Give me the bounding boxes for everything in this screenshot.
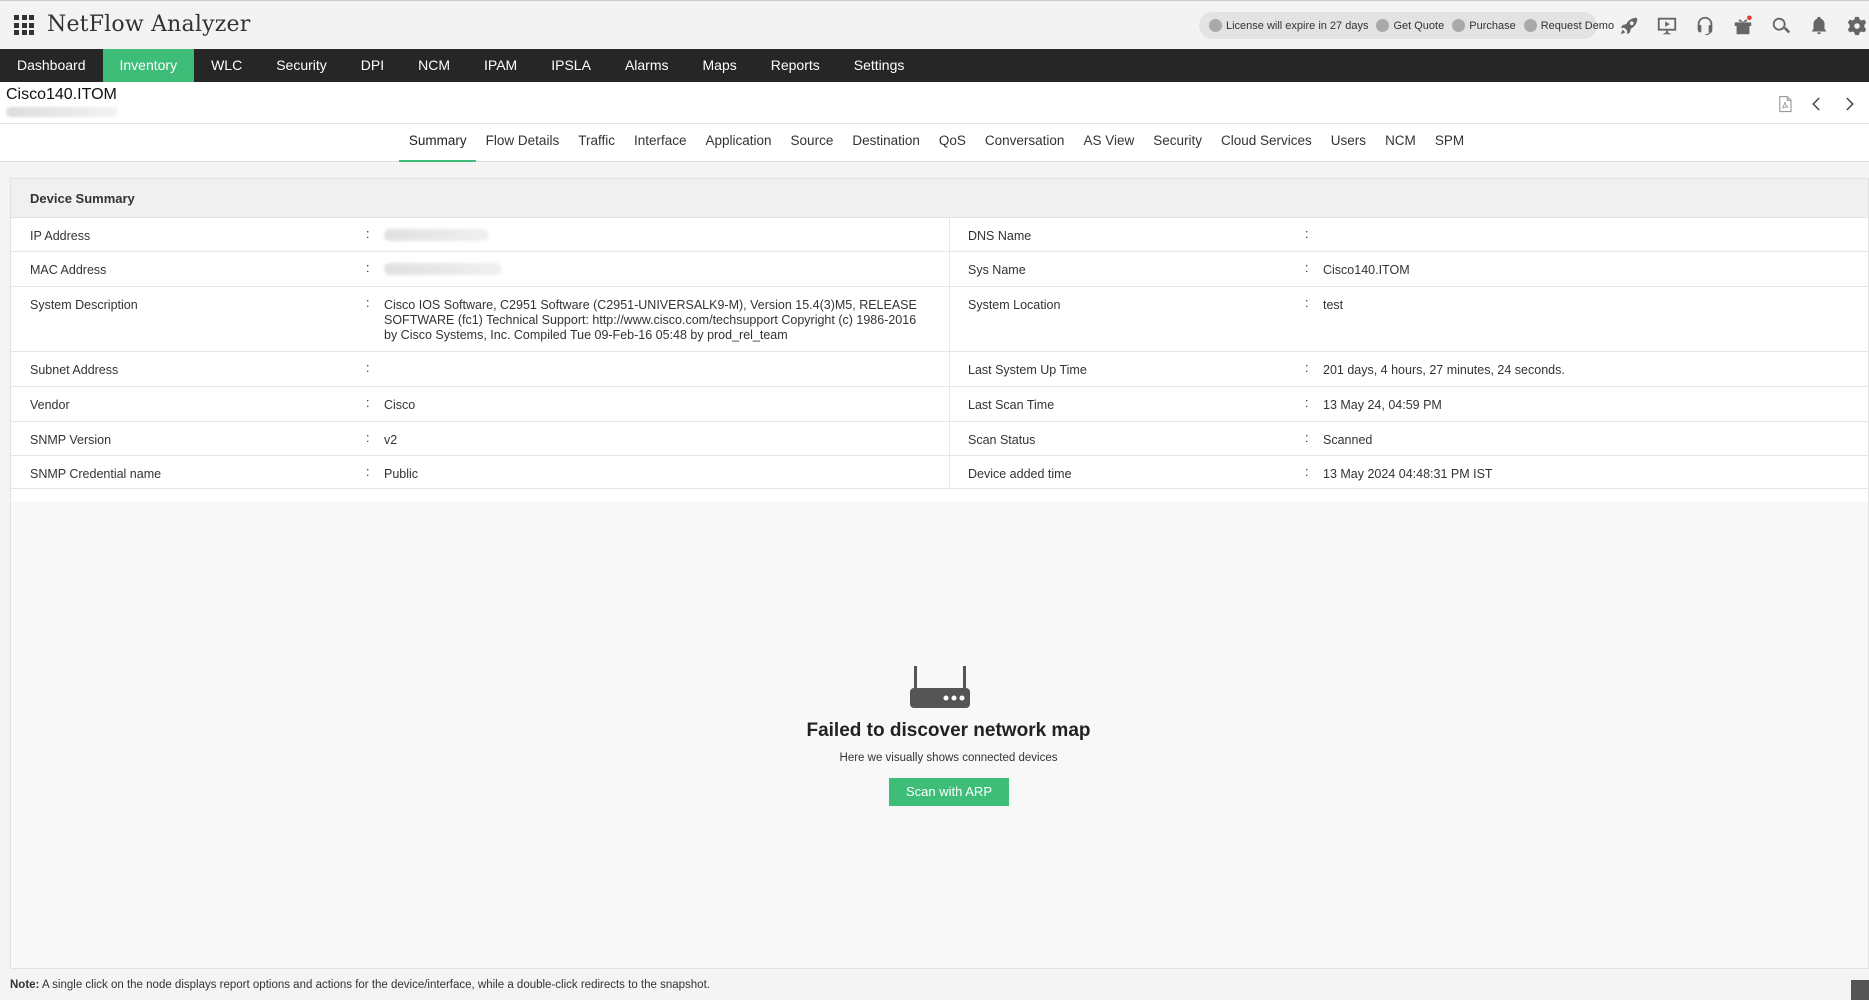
device-tabs: Summary Flow Details Traffic Interface A… (0, 124, 1869, 162)
panel-title: Device Summary (11, 179, 1868, 218)
nav-maps[interactable]: Maps (686, 49, 754, 82)
header-tools (1610, 11, 1869, 41)
device-summary-panel: Device Summary IP Address : DNS Name : M… (10, 178, 1869, 969)
app-title: NetFlow Analyzer (47, 12, 251, 37)
request-demo-link[interactable]: Request Demo (1523, 19, 1614, 32)
search-icon[interactable] (1762, 11, 1800, 41)
table-row: DNS Name : (950, 218, 1869, 252)
table-row: SNMP Credential name : Public (11, 456, 950, 489)
table-row: Device added time : 13 May 2024 04:48:31… (950, 456, 1869, 489)
tab-security[interactable]: Security (1144, 124, 1212, 162)
tab-application[interactable]: Application (696, 124, 781, 162)
nav-wlc[interactable]: WLC (194, 49, 259, 82)
table-row: Subnet Address : (11, 352, 950, 387)
tab-spm[interactable]: SPM (1425, 124, 1473, 162)
tab-conversation[interactable]: Conversation (975, 124, 1074, 162)
gift-icon[interactable] (1724, 11, 1762, 41)
corner-widget-button[interactable] (1851, 980, 1869, 1000)
table-row: Last System Up Time : 201 days, 4 hours,… (950, 352, 1869, 387)
nav-ipam[interactable]: IPAM (467, 49, 534, 82)
table-row: System Description : Cisco IOS Software,… (11, 287, 950, 352)
cart-icon (1452, 19, 1466, 32)
table-row: MAC Address : (11, 252, 950, 287)
nav-security[interactable]: Security (259, 49, 344, 82)
scan-with-arp-button[interactable]: Scan with ARP (889, 778, 1009, 806)
tab-as-view[interactable]: AS View (1074, 124, 1144, 162)
table-row: IP Address : (11, 218, 950, 252)
tab-interface[interactable]: Interface (624, 124, 696, 162)
top-header: NetFlow Analyzer License will expire in … (0, 0, 1869, 49)
table-row: Vendor : Cisco (11, 387, 950, 422)
router-icon (908, 664, 972, 717)
nav-dashboard[interactable]: Dashboard (0, 49, 103, 82)
tab-destination[interactable]: Destination (843, 124, 930, 162)
chevron-left-icon[interactable] (1805, 92, 1829, 116)
app-grid-icon[interactable] (14, 15, 34, 35)
device-name: Cisco140.ITOM (6, 86, 117, 103)
license-link[interactable]: License will expire in 27 days (1209, 19, 1368, 32)
license-icon (1209, 19, 1222, 32)
device-subtitle-redacted (6, 107, 118, 117)
ip-address-redacted (384, 229, 489, 241)
nav-dpi[interactable]: DPI (344, 49, 401, 82)
tab-flow-details[interactable]: Flow Details (476, 124, 569, 162)
promo-bar: License will expire in 27 days Get Quote… (1199, 12, 1614, 39)
mac-address-redacted (384, 263, 502, 275)
purchase-link[interactable]: Purchase (1452, 19, 1516, 32)
tab-source[interactable]: Source (781, 124, 843, 162)
rocket-icon[interactable] (1610, 11, 1648, 41)
table-row: Last Scan Time : 13 May 24, 04:59 PM (950, 387, 1869, 422)
nav-alarms[interactable]: Alarms (608, 49, 686, 82)
gear-icon[interactable] (1838, 11, 1869, 41)
nav-ncm[interactable]: NCM (401, 49, 467, 82)
presentation-icon[interactable] (1648, 11, 1686, 41)
nav-reports[interactable]: Reports (754, 49, 837, 82)
nav-inventory[interactable]: Inventory (102, 49, 195, 82)
table-row: Sys Name : Cisco140.ITOM (950, 252, 1869, 287)
pdf-export-icon[interactable] (1773, 92, 1797, 116)
tab-traffic[interactable]: Traffic (569, 124, 625, 162)
table-row: System Location : test (950, 287, 1869, 352)
tab-summary[interactable]: Summary (399, 124, 477, 162)
dollar-icon (1376, 19, 1390, 32)
get-quote-link[interactable]: Get Quote (1376, 19, 1444, 32)
device-header: Cisco140.ITOM (0, 82, 1869, 124)
tab-cloud-services[interactable]: Cloud Services (1212, 124, 1322, 162)
main-nav: Dashboard Inventory WLC Security DPI NCM… (0, 49, 1869, 82)
table-row: Scan Status : Scanned (950, 422, 1869, 456)
bell-icon[interactable] (1800, 11, 1838, 41)
tab-qos[interactable]: QoS (929, 124, 975, 162)
tab-ncm[interactable]: NCM (1376, 124, 1426, 162)
tab-users[interactable]: Users (1321, 124, 1375, 162)
table-row: SNMP Version : v2 (11, 422, 950, 456)
demo-icon (1523, 19, 1537, 32)
nav-ipsla[interactable]: IPSLA (534, 49, 608, 82)
map-empty-title: Failed to discover network map (806, 720, 1091, 741)
footer-note: Note: A single click on the node display… (10, 979, 710, 991)
summary-table: IP Address : DNS Name : MAC Address : Sy… (11, 218, 1869, 489)
map-empty-subtitle: Here we visually shows connected devices (839, 752, 1058, 764)
nav-settings[interactable]: Settings (837, 49, 922, 82)
device-tools (1773, 92, 1861, 116)
headset-icon[interactable] (1686, 11, 1724, 41)
chevron-right-icon[interactable] (1837, 92, 1861, 116)
